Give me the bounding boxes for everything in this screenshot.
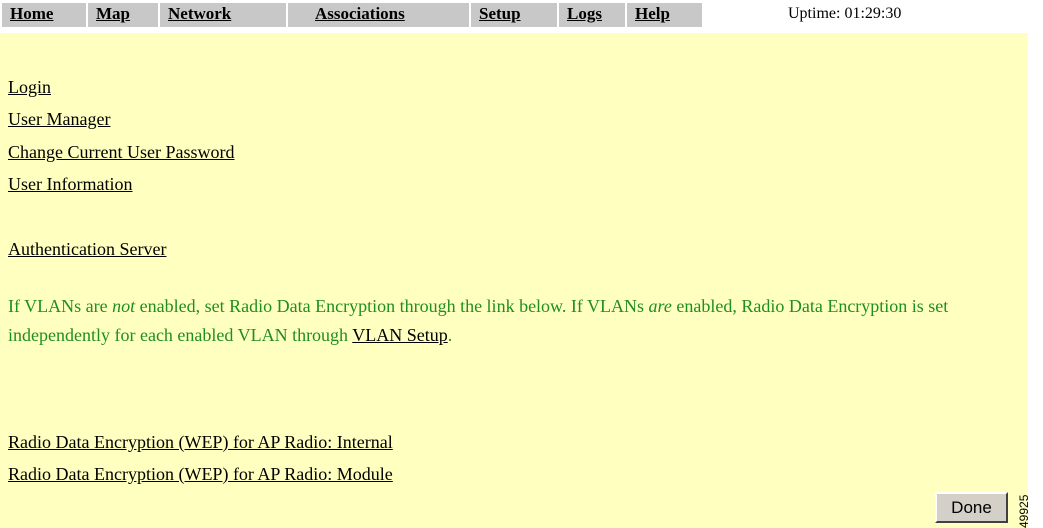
vlan-encryption-note: If VLANs are not enabled, set Radio Data…: [8, 292, 998, 350]
user-information-link[interactable]: User Information: [8, 172, 132, 196]
nav-tab-logs[interactable]: Logs: [559, 3, 627, 27]
note-text-1: If VLANs are: [8, 296, 113, 316]
wep-internal-link[interactable]: Radio Data Encryption (WEP) for AP Radio…: [8, 430, 393, 454]
wep-module-link[interactable]: Radio Data Encryption (WEP) for AP Radio…: [8, 462, 393, 486]
nav-tab-home[interactable]: Home: [2, 3, 88, 27]
vlan-setup-link[interactable]: VLAN Setup: [352, 325, 448, 345]
nav-tab-map[interactable]: Map: [88, 3, 160, 27]
change-password-link[interactable]: Change Current User Password: [8, 140, 234, 164]
authentication-server-link[interactable]: Authentication Server: [8, 237, 166, 261]
nav-tab-network[interactable]: Network: [160, 3, 288, 27]
note-emphasis-are: are: [648, 296, 672, 316]
uptime-display: Uptime: 01:29:30: [788, 4, 901, 24]
user-manager-link[interactable]: User Manager: [8, 107, 110, 131]
note-emphasis-not: not: [112, 296, 136, 316]
uptime-value: 01:29:30: [844, 5, 902, 22]
note-text-2: enabled, set Radio Data Encryption throu…: [135, 296, 649, 316]
login-link[interactable]: Login: [8, 75, 51, 99]
note-text-4: .: [447, 325, 453, 345]
nav-tab-setup[interactable]: Setup: [471, 3, 559, 27]
top-navigation-bar: Home Map Network Associations Setup Logs…: [0, 0, 1028, 33]
uptime-label: Uptime:: [788, 5, 841, 22]
page-body: Home Map Network Associations Setup Logs…: [0, 0, 1028, 528]
figure-id-label: 49925: [1017, 494, 1031, 528]
nav-tab-associations[interactable]: Associations: [288, 3, 471, 27]
nav-tab-help[interactable]: Help: [627, 3, 704, 27]
done-button[interactable]: Done: [935, 492, 1008, 523]
